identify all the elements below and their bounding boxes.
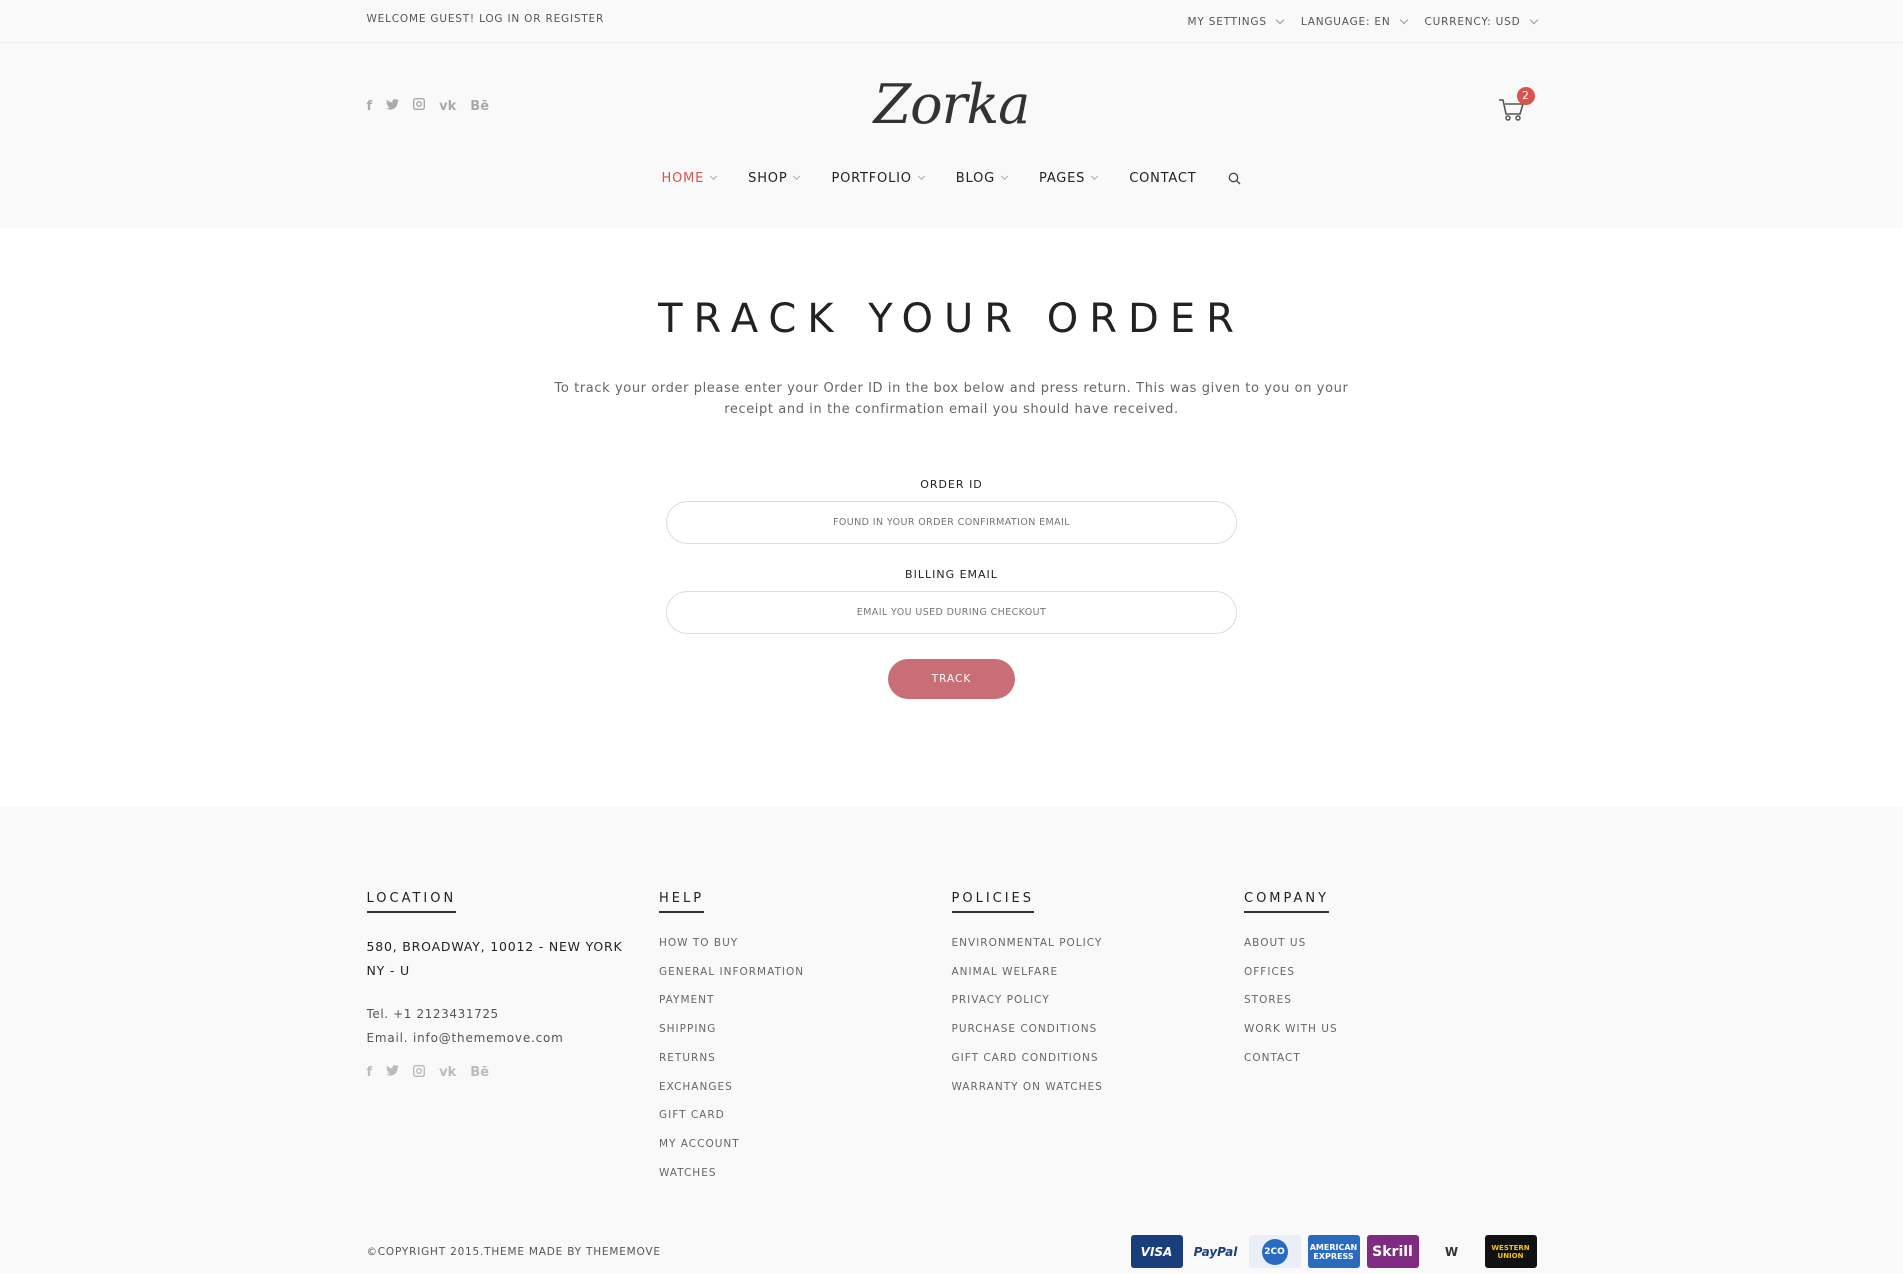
vk-icon[interactable]: vk: [439, 1065, 456, 1081]
nav-shop[interactable]: SHOP: [748, 171, 801, 186]
google-wallet-icon: W: [1444, 1244, 1459, 1259]
help-link[interactable]: PAYMENT: [659, 986, 952, 1015]
help-link[interactable]: RETURNS: [659, 1044, 952, 1073]
paypal-icon: PayPal: [1193, 1244, 1238, 1259]
order-id-input[interactable]: [666, 501, 1237, 544]
settings-group: MY SETTINGS LANGUAGE: EN CURRENCY: USD: [1187, 15, 1538, 28]
cart-button[interactable]: 2: [1497, 87, 1535, 125]
my-settings-label: MY SETTINGS: [1187, 15, 1267, 28]
help-link[interactable]: HOW TO BUY: [659, 929, 952, 958]
nav-home-label: HOME: [661, 171, 705, 186]
company-link[interactable]: WORK WITH US: [1244, 1015, 1537, 1044]
main-nav: HOME SHOP PORTFOLIO BLOG PAGES CONTACT: [367, 171, 1537, 186]
policies-heading: POLICIES: [951, 891, 1035, 913]
nav-contact[interactable]: CONTACT: [1129, 171, 1196, 186]
behance-icon[interactable]: Bē: [470, 1065, 489, 1081]
nav-pages-label: PAGES: [1039, 171, 1086, 186]
instagram-icon[interactable]: [413, 97, 426, 114]
location-email[interactable]: Email. info@thememove.com: [367, 1031, 660, 1045]
policy-link[interactable]: PURCHASE CONDITIONS: [952, 1015, 1245, 1044]
nav-blog[interactable]: BLOG: [955, 171, 1009, 186]
visa-icon: VISA: [1130, 1235, 1183, 1269]
2co-label: 2CO: [1261, 1238, 1288, 1265]
track-order-section: TRACK YOUR ORDER To track your order ple…: [0, 228, 1903, 807]
site-header: f vk Bē Zorka 2 HOME SHOP PORTFOLIO BLOG…: [0, 43, 1903, 228]
twitter-icon[interactable]: [386, 1065, 400, 1081]
intro-text: To track your order please enter your Or…: [554, 381, 1349, 417]
chevron-down-icon: [793, 172, 801, 181]
footer-location: LOCATION 580, BROADWAY, 10012 - NEW YORK…: [366, 887, 660, 1187]
footer-help: HELP HOW TO BUY GENERAL INFORMATION PAYM…: [659, 887, 952, 1187]
welcome-login-link[interactable]: WELCOME GUEST! LOG IN OR REGISTER: [367, 13, 605, 25]
nav-portfolio[interactable]: PORTFOLIO: [831, 171, 925, 186]
location-heading: LOCATION: [366, 891, 457, 913]
nav-portfolio-label: PORTFOLIO: [831, 171, 912, 186]
vk-icon[interactable]: vk: [439, 99, 456, 114]
language-dropdown[interactable]: LANGUAGE: EN: [1300, 15, 1408, 28]
facebook-icon[interactable]: f: [367, 1065, 373, 1081]
policy-link[interactable]: PRIVACY POLICY: [952, 986, 1245, 1015]
help-link[interactable]: SHIPPING: [659, 1015, 952, 1044]
site-logo[interactable]: Zorka: [874, 73, 1031, 136]
western-union-icon: WESTERN UNION: [1484, 1235, 1537, 1269]
top-bar: WELCOME GUEST! LOG IN OR REGISTER MY SET…: [0, 0, 1903, 43]
skrill-icon: Skrill: [1366, 1235, 1419, 1269]
location-address: 580, BROADWAY, 10012 - NEW YORK NY - U: [366, 939, 623, 978]
company-heading: COMPANY: [1244, 891, 1330, 913]
chevron-down-icon: [1275, 15, 1285, 24]
chevron-down-icon: [710, 172, 718, 181]
policy-link[interactable]: WARRANTY ON WATCHES: [952, 1073, 1245, 1102]
billing-email-label: BILLING EMAIL: [905, 568, 998, 581]
help-link[interactable]: GENERAL INFORMATION: [659, 958, 952, 987]
payment-methods: VISA PayPal 2CO AMERICAN EXPRESS Skrill …: [1130, 1235, 1537, 1269]
policy-link[interactable]: ENVIRONMENTAL POLICY: [952, 929, 1245, 958]
company-link[interactable]: CONTACT: [1244, 1044, 1537, 1073]
footer-policies: POLICIES ENVIRONMENTAL POLICY ANIMAL WEL…: [951, 887, 1245, 1187]
billing-email-input[interactable]: [666, 591, 1237, 634]
page-title: TRACK YOUR ORDER: [658, 296, 1245, 342]
language-label: LANGUAGE: EN: [1300, 15, 1391, 28]
footer-social-links: f vk Bē: [367, 1064, 660, 1081]
help-link[interactable]: EXCHANGES: [659, 1073, 952, 1102]
chevron-down-icon: [917, 172, 925, 181]
behance-icon[interactable]: Bē: [470, 99, 489, 114]
help-heading: HELP: [659, 891, 705, 913]
help-link[interactable]: MY ACCOUNT: [659, 1130, 952, 1159]
nav-contact-label: CONTACT: [1129, 171, 1197, 186]
my-settings-dropdown[interactable]: MY SETTINGS: [1187, 15, 1285, 28]
help-link[interactable]: WATCHES: [659, 1159, 952, 1188]
copyright-text: ©COPYRIGHT 2015.THEME MADE BY THEMEMOVE: [366, 1245, 661, 1258]
policy-link[interactable]: GIFT CARD CONDITIONS: [952, 1044, 1245, 1073]
nav-home[interactable]: HOME: [661, 171, 718, 186]
company-link[interactable]: OFFICES: [1244, 958, 1537, 987]
search-icon: [1229, 172, 1241, 185]
header-social-links: f vk Bē: [367, 97, 489, 114]
instagram-icon[interactable]: [413, 1064, 426, 1081]
chevron-down-icon: [1091, 172, 1099, 181]
nav-blog-label: BLOG: [955, 171, 996, 186]
chevron-down-icon: [1000, 172, 1009, 181]
help-link[interactable]: GIFT CARD: [659, 1101, 952, 1130]
nav-pages[interactable]: PAGES: [1039, 171, 1099, 186]
cart-count-badge: 2: [1516, 87, 1535, 105]
footer-bottom: ©COPYRIGHT 2015.THEME MADE BY THEMEMOVE …: [366, 1235, 1537, 1269]
company-link[interactable]: STORES: [1244, 986, 1537, 1015]
chevron-down-icon: [1529, 15, 1538, 24]
twitter-icon[interactable]: [386, 98, 400, 114]
track-button[interactable]: TRACK: [888, 659, 1015, 699]
site-footer: LOCATION 580, BROADWAY, 10012 - NEW YORK…: [0, 807, 1903, 1274]
nav-shop-label: SHOP: [748, 171, 788, 186]
footer-company: COMPANY ABOUT US OFFICES STORES WORK WIT…: [1244, 887, 1537, 1187]
amex-icon: AMERICAN EXPRESS: [1307, 1235, 1360, 1269]
order-id-label: ORDER ID: [920, 478, 983, 491]
currency-dropdown[interactable]: CURRENCY: USD: [1424, 15, 1538, 28]
chevron-down-icon: [1399, 15, 1408, 24]
2co-icon: 2CO: [1248, 1235, 1301, 1269]
company-link[interactable]: ABOUT US: [1244, 929, 1537, 958]
location-tel: Tel. +1 2123431725: [366, 1007, 499, 1021]
facebook-icon[interactable]: f: [367, 99, 373, 114]
search-button[interactable]: [1228, 171, 1241, 186]
policy-link[interactable]: ANIMAL WELFARE: [952, 958, 1245, 987]
currency-label: CURRENCY: USD: [1424, 15, 1521, 28]
